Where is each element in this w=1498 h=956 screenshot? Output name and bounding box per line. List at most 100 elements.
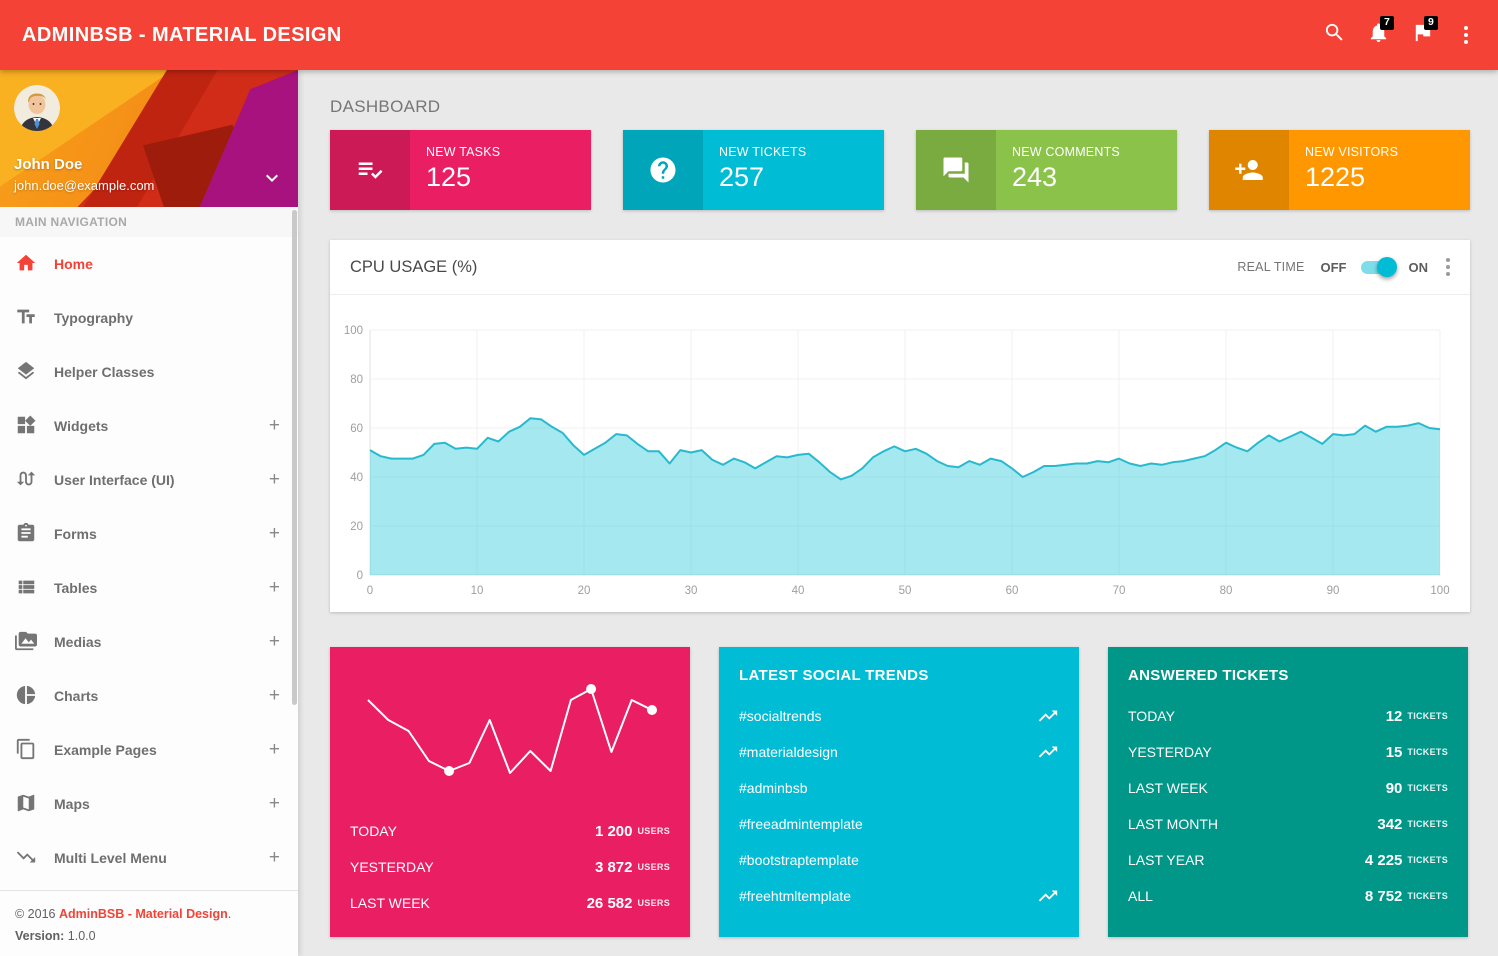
person-add-icon: [1209, 130, 1289, 210]
sidebar-item-forms[interactable]: Forms +: [0, 507, 298, 561]
playlist-check-icon: [330, 130, 410, 210]
social-trend-item[interactable]: #materialdesign: [739, 734, 1059, 770]
info-box-new-tickets: NEW TICKETS 257: [623, 130, 884, 210]
flag-button[interactable]: 9: [1400, 0, 1444, 70]
svg-text:40: 40: [792, 585, 805, 597]
more-vert-icon: [1464, 26, 1468, 44]
user-menu-toggle[interactable]: [258, 166, 286, 194]
hashtag-label: #freehtmltemplate: [739, 888, 851, 904]
toggle-on-label: ON: [1409, 260, 1429, 275]
ticket-value: 342: [1377, 816, 1402, 833]
app-bar-actions: 7 9: [1312, 0, 1488, 70]
social-trends-list: #socialtrends #materialdesign #adminbsb …: [719, 684, 1079, 914]
search-button[interactable]: [1312, 0, 1356, 70]
hashtag-label: #freeadmintemplate: [739, 816, 863, 832]
ticket-row: LAST YEAR 4 225 TICKETS: [1128, 842, 1448, 878]
sidebar-item-typography[interactable]: Typography: [0, 291, 298, 345]
sidebar-scrollbar[interactable]: [292, 210, 297, 705]
cpu-usage-card: CPU USAGE (%) REAL TIME OFF ON 010203040…: [330, 240, 1470, 612]
forum-icon: [916, 130, 996, 210]
visitors-card: TODAY 1 200 USERS YESTERDAY 3 872 USERS …: [330, 647, 690, 937]
sidebar-item-example-pages[interactable]: Example Pages +: [0, 723, 298, 777]
sidebar-item-tables[interactable]: Tables +: [0, 561, 298, 615]
info-box-value: 243: [1012, 162, 1120, 193]
sidebar-item-home[interactable]: Home: [0, 237, 298, 291]
realtime-controls: REAL TIME OFF ON: [1237, 255, 1450, 279]
social-trend-item[interactable]: #freehtmltemplate: [739, 878, 1059, 914]
svg-text:60: 60: [1006, 585, 1019, 597]
ticket-label: LAST MONTH: [1128, 816, 1218, 832]
svg-text:20: 20: [350, 521, 363, 533]
cpu-card-header: CPU USAGE (%) REAL TIME OFF ON: [330, 240, 1470, 295]
social-trend-item[interactable]: #bootstraptemplate: [739, 842, 1059, 878]
realtime-toggle[interactable]: [1359, 257, 1397, 277]
ticket-unit: TICKETS: [1407, 711, 1448, 721]
info-box-new-visitors: NEW VISITORS 1225: [1209, 130, 1470, 210]
expand-plus-icon: +: [269, 685, 280, 707]
content-copy-icon: [15, 738, 39, 762]
ticket-unit: TICKETS: [1407, 891, 1448, 901]
sidebar-menu: Home Typography Helper Classes Widgets +…: [0, 237, 298, 885]
social-trend-item[interactable]: #freeadmintemplate: [739, 806, 1059, 842]
stat-row: YESTERDAY 3 872 USERS: [350, 849, 670, 885]
expand-plus-icon: +: [269, 631, 280, 653]
sidebar-item-user-interface[interactable]: User Interface (UI) +: [0, 453, 298, 507]
expand-plus-icon: +: [269, 793, 280, 815]
ticket-label: TODAY: [1128, 708, 1175, 724]
sidebar-item-helper-classes[interactable]: Helper Classes: [0, 345, 298, 399]
sidebar: John Doe john.doe@example.com MAIN NAVIG…: [0, 70, 298, 956]
info-box-value: 1225: [1305, 162, 1398, 193]
stat-row: LAST WEEK 26 582 USERS: [350, 885, 670, 921]
ticket-unit: TICKETS: [1407, 855, 1448, 865]
expand-plus-icon: +: [269, 523, 280, 545]
stat-label: LAST WEEK: [350, 895, 430, 911]
info-box-new-tasks: NEW TASKS 125: [330, 130, 591, 210]
view-list-icon: [15, 576, 39, 600]
stat-value: 3 872: [595, 859, 633, 876]
svg-text:30: 30: [685, 585, 698, 597]
notifications-button[interactable]: 7: [1356, 0, 1400, 70]
info-box-label: NEW TASKS: [426, 145, 500, 159]
stat-value: 1 200: [595, 823, 633, 840]
svg-text:80: 80: [350, 374, 363, 386]
expand-plus-icon: +: [269, 847, 280, 869]
tickets-list: TODAY 12 TICKETS YESTERDAY 15 TICKETS LA…: [1108, 684, 1468, 914]
info-box-label: NEW VISITORS: [1305, 145, 1398, 159]
copyright-link[interactable]: AdminBSB - Material Design: [59, 907, 228, 921]
info-box-label: NEW COMMENTS: [1012, 145, 1120, 159]
realtime-label: REAL TIME: [1237, 260, 1304, 274]
info-box-label: NEW TICKETS: [719, 145, 806, 159]
sidebar-item-widgets[interactable]: Widgets +: [0, 399, 298, 453]
widgets-icon: [15, 414, 39, 438]
flag-badge: 9: [1424, 16, 1438, 30]
answered-tickets-card: ANSWERED TICKETS TODAY 12 TICKETS YESTER…: [1108, 647, 1468, 937]
app-bar: ADMINBSB - MATERIAL DESIGN 7 9: [0, 0, 1498, 70]
version-line: Version: 1.0.0: [15, 925, 283, 947]
ticket-value: 15: [1386, 744, 1403, 761]
ticket-row: TODAY 12 TICKETS: [1128, 698, 1448, 734]
ticket-label: YESTERDAY: [1128, 744, 1212, 760]
sidebar-item-charts[interactable]: Charts +: [0, 669, 298, 723]
assignment-icon: [15, 522, 39, 546]
social-trends-card: LATEST SOCIAL TRENDS #socialtrends #mate…: [719, 647, 1079, 937]
ticket-unit: TICKETS: [1407, 819, 1448, 829]
sidebar-item-medias[interactable]: Medias +: [0, 615, 298, 669]
expand-plus-icon: +: [269, 415, 280, 437]
card-menu-button[interactable]: [1446, 255, 1450, 279]
info-box-new-comments: NEW COMMENTS 243: [916, 130, 1177, 210]
notifications-badge: 7: [1380, 16, 1394, 30]
info-box-value: 257: [719, 162, 806, 193]
social-trend-item[interactable]: #socialtrends: [739, 698, 1059, 734]
social-trend-item[interactable]: #adminbsb: [739, 770, 1059, 806]
overflow-menu-button[interactable]: [1444, 0, 1488, 70]
ticket-value: 4 225: [1365, 852, 1403, 869]
cpu-usage-chart: 0102030405060708090100020406080100: [338, 315, 1458, 601]
sidebar-section-label: MAIN NAVIGATION: [0, 207, 298, 237]
text-fields-icon: [15, 306, 39, 330]
sidebar-item-multi-level-menu[interactable]: Multi Level Menu +: [0, 831, 298, 885]
svg-text:0: 0: [357, 570, 363, 582]
sidebar-item-maps[interactable]: Maps +: [0, 777, 298, 831]
svg-text:100: 100: [1430, 585, 1449, 597]
chevron-down-icon: [260, 166, 284, 195]
info-box-value: 125: [426, 162, 500, 193]
